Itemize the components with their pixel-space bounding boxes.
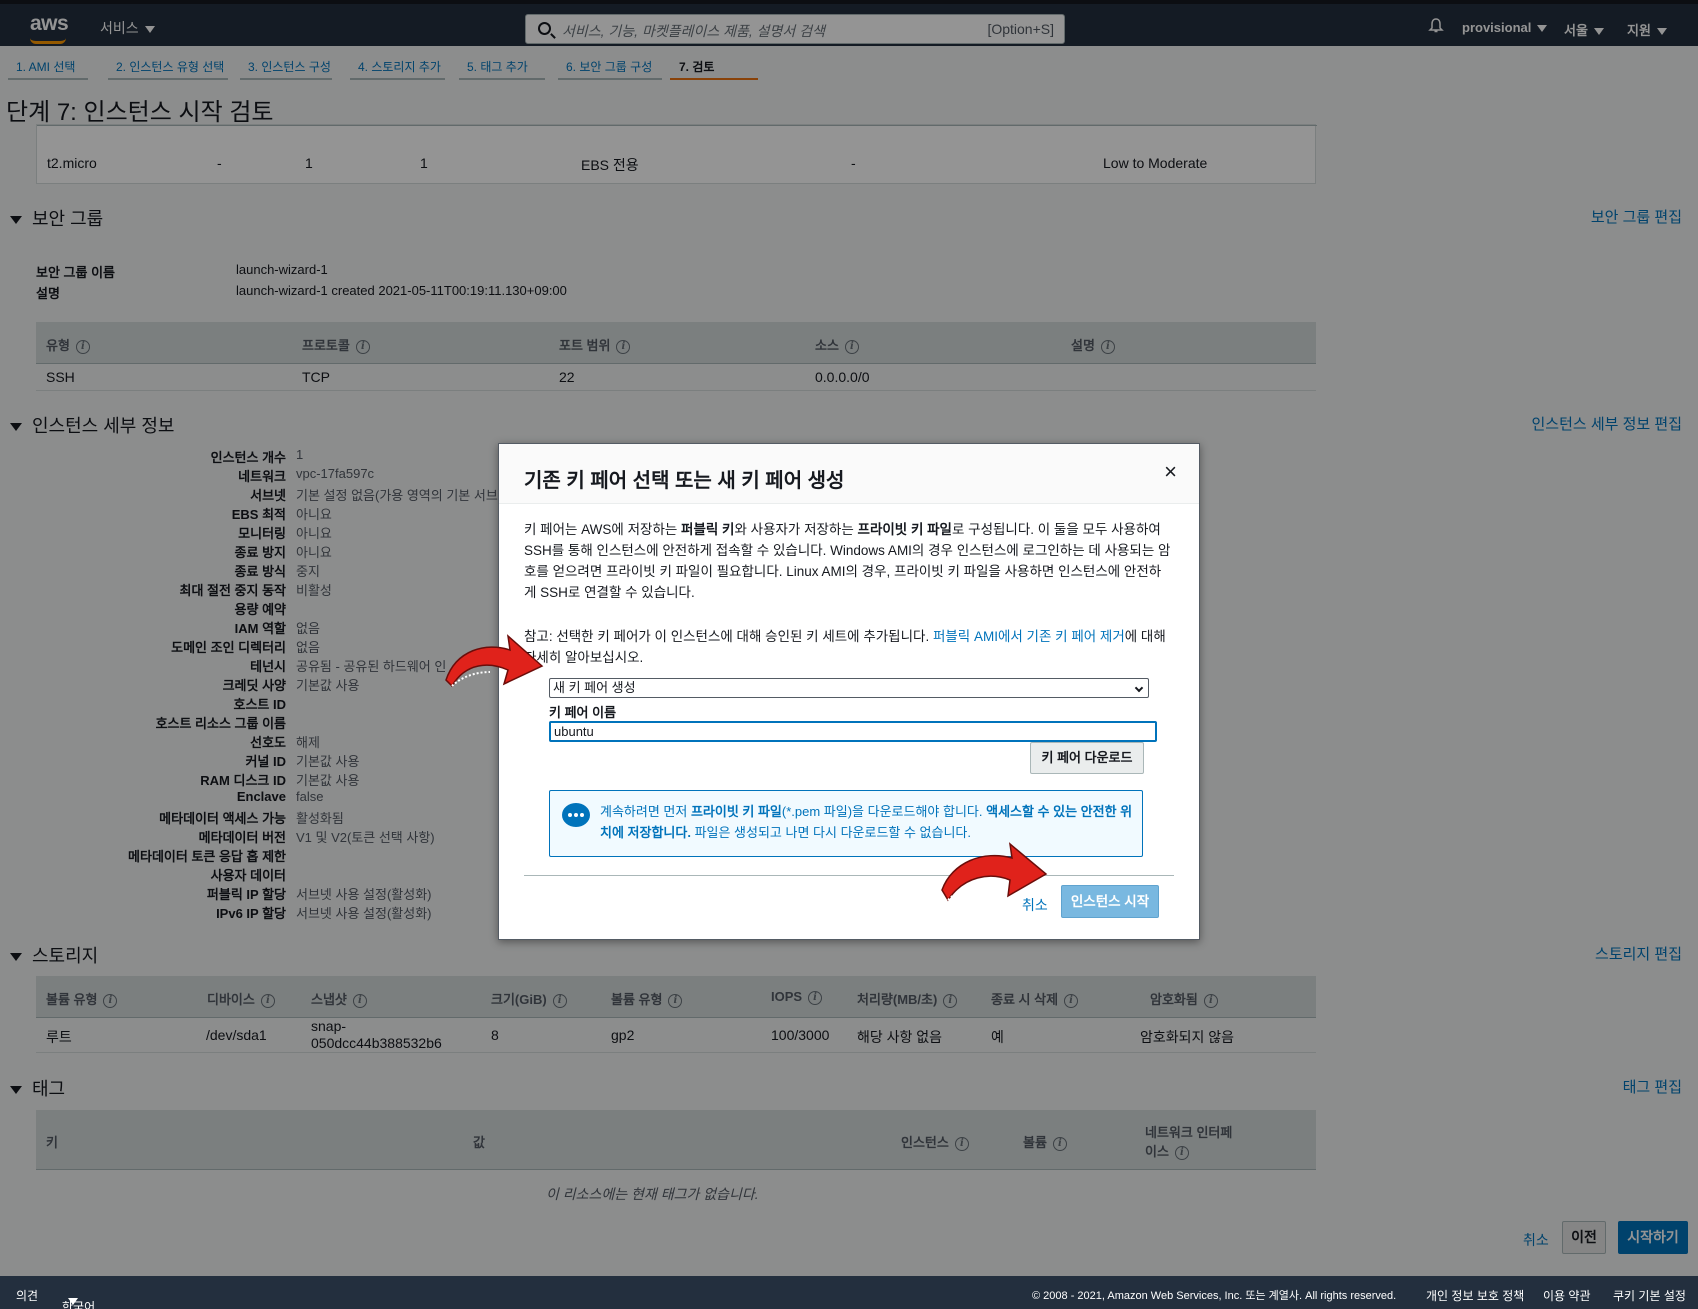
cookie-preferences-link[interactable]: 쿠키 기본 설정 xyxy=(1613,1287,1686,1304)
info-alert: 계속하려면 먼저 프라이빗 키 파일(*.pem 파일)을 다운로드해야 합니다… xyxy=(549,790,1143,857)
key-pair-modal: 기존 키 페어 선택 또는 새 키 페어 생성 × 키 페어는 AWS에 저장하… xyxy=(498,443,1200,940)
footer: 의견 한국어 © 2008 - 2021, Amazon Web Service… xyxy=(0,1276,1698,1309)
key-pair-name-label: 키 페어 이름 xyxy=(549,705,617,720)
red-arrow-annotation-icon xyxy=(941,842,1048,902)
modal-header: 기존 키 페어 선택 또는 새 키 페어 생성 × xyxy=(499,444,1199,504)
modal-description: 키 페어는 AWS에 저장하는 퍼블릭 키와 사용자가 저장하는 프라이빗 키 … xyxy=(524,522,1171,600)
download-key-pair-button[interactable]: 키 페어 다운로드 xyxy=(1030,742,1144,774)
copyright-text: © 2008 - 2021, Amazon Web Services, Inc.… xyxy=(1032,1290,1397,1302)
red-arrow-annotation-icon xyxy=(445,634,544,688)
modal-note: 참고: 선택한 키 페어가 이 인스턴스에 대해 승인된 키 세트에 추가됩니다… xyxy=(524,629,1166,665)
key-pair-select[interactable]: 새 키 페어 생성 xyxy=(549,678,1149,698)
speech-bubble-icon xyxy=(562,803,590,827)
modal-title: 기존 키 페어 선택 또는 새 키 페어 생성 xyxy=(524,470,845,492)
key-pair-name-input[interactable]: ubuntu xyxy=(549,721,1157,742)
launch-instance-button[interactable]: 인스턴스 시작 xyxy=(1061,885,1159,918)
terms-link[interactable]: 이용 약관 xyxy=(1543,1287,1591,1304)
key-pair-select-value: 새 키 페어 생성 xyxy=(553,680,636,695)
close-icon[interactable]: × xyxy=(1164,461,1177,483)
privacy-link[interactable]: 개인 정보 보호 정책 xyxy=(1426,1287,1524,1304)
caret-down-icon xyxy=(68,1298,78,1305)
remove-key-pair-link[interactable]: 퍼블릭 AMI에서 기존 키 페어 제거 xyxy=(933,629,1125,644)
chevron-down-icon xyxy=(1134,683,1144,693)
feedback-link[interactable]: 의견 xyxy=(16,1287,38,1304)
modal-divider xyxy=(524,875,1174,876)
alert-text: 계속하려면 먼저 프라이빗 키 파일(*.pem 파일)을 다운로드해야 합니다… xyxy=(600,804,1133,840)
